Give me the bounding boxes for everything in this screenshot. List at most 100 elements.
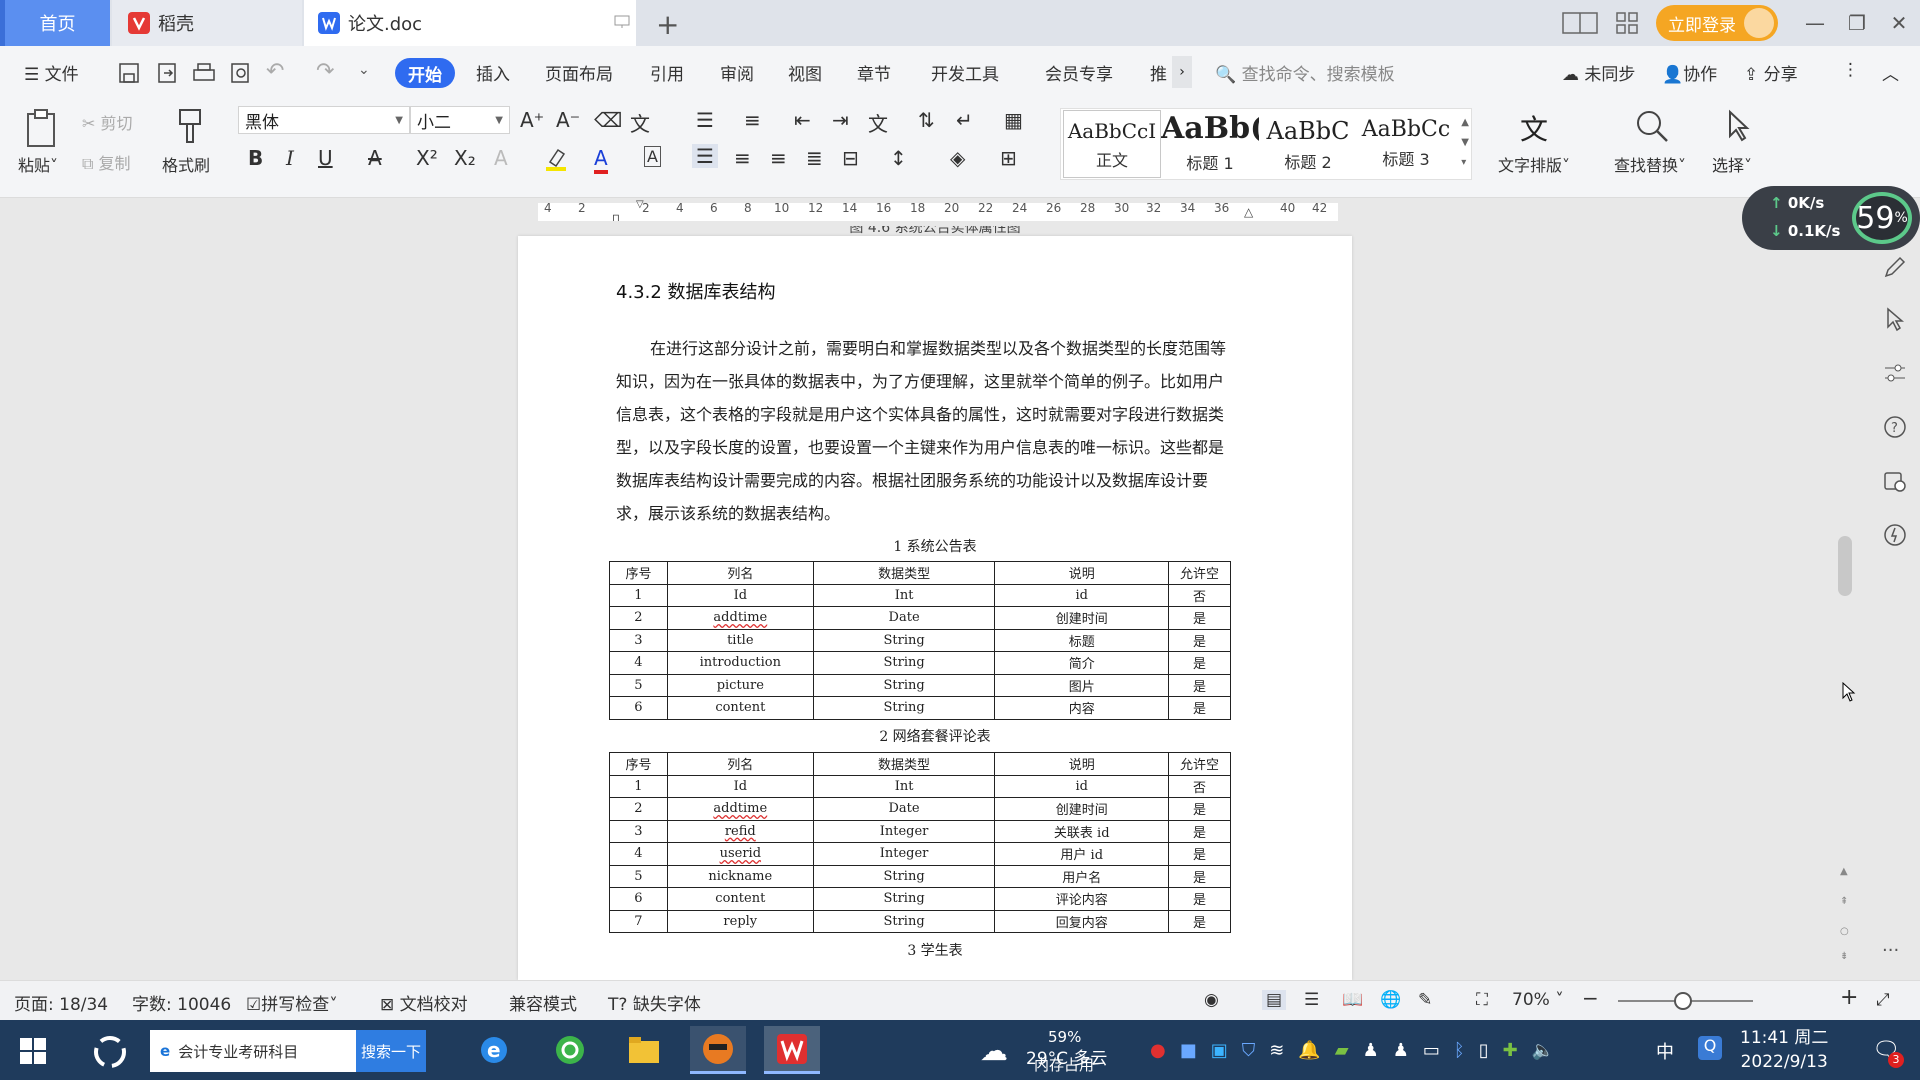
decrease-indent-icon[interactable]: ⇤ — [794, 108, 811, 132]
clear-format-icon[interactable]: ⌫ — [594, 108, 622, 132]
numbered-list-icon[interactable]: ≡ — [744, 108, 761, 132]
menu-chapter[interactable]: 章节 — [857, 60, 891, 85]
wifi-icon[interactable]: ≋ — [1269, 1040, 1284, 1061]
underline-icon[interactable]: U — [318, 146, 333, 170]
left-indent-marker[interactable]: ⊓ — [612, 213, 620, 224]
screen-icon[interactable] — [614, 14, 630, 30]
browser-360-icon[interactable] — [542, 1026, 598, 1074]
ie-browser-icon[interactable]: e — [466, 1026, 522, 1074]
save-icon[interactable] — [118, 62, 140, 84]
paste-icon[interactable] — [24, 108, 60, 148]
print-icon[interactable] — [192, 62, 216, 84]
ime-indicator[interactable]: 中 — [1656, 1038, 1674, 1064]
tab-daoke[interactable]: 稻壳 — [112, 0, 302, 46]
horizontal-ruler[interactable]: 4 2 2 4 6 8 10 12 14 16 18 20 22 24 26 2… — [0, 199, 1840, 225]
system-clock[interactable]: 11:41 周二 2022/9/13 — [1740, 1026, 1828, 1074]
page-view-icon[interactable]: ▤ — [1262, 990, 1287, 1010]
nvidia-icon[interactable]: ▰ — [1335, 1040, 1349, 1061]
tray-app-icon[interactable]: ▣ — [1211, 1040, 1228, 1061]
right-indent-marker[interactable]: △ — [1244, 205, 1253, 219]
strikethrough-icon[interactable]: A — [368, 146, 382, 170]
qq-icon[interactable]: ♟ — [1363, 1040, 1379, 1061]
shield-icon[interactable]: ⛉ — [1242, 1040, 1256, 1061]
minimize-icon[interactable]: — — [1800, 8, 1830, 38]
login-button[interactable]: 立即登录 — [1656, 5, 1778, 41]
menu-page-layout[interactable]: 页面布局 — [545, 60, 613, 85]
eye-protect-icon[interactable]: ◉ — [1204, 990, 1219, 1010]
first-line-indent-marker[interactable]: ▽ — [636, 199, 644, 210]
tray-app-icon[interactable]: ● — [1150, 1040, 1166, 1061]
collab-button[interactable]: 👤协作 — [1662, 60, 1717, 85]
share-button[interactable]: ⇪ 分享 — [1744, 60, 1798, 85]
style-normal[interactable]: AaBbCcI 正文 — [1063, 110, 1161, 178]
style-scroll-icon[interactable]: ▲ ▼ ▾ — [1461, 113, 1469, 173]
more-menu-chevron-icon[interactable]: › — [1172, 56, 1192, 88]
font-size-select[interactable]: 小二 ▼ — [410, 106, 510, 134]
menu-dev-tools[interactable]: 开发工具 — [931, 60, 999, 85]
taskbar-search-box[interactable]: e 会计专业考研科目 — [150, 1030, 358, 1072]
zoom-out-icon[interactable]: − — [1582, 986, 1599, 1010]
style-heading-3[interactable]: AaBbCc 标题 3 — [1357, 109, 1455, 181]
line-spacing-icon[interactable]: ↕ — [890, 146, 907, 170]
undo-icon[interactable]: ↶ — [266, 59, 284, 84]
outline-view-icon[interactable]: ☰ — [1304, 990, 1319, 1010]
vertical-scrollbar[interactable]: ▲ ⇞ ○ ⇟ — [1838, 236, 1852, 980]
qq-tray-icon[interactable]: Q — [1698, 1036, 1722, 1060]
table-system-notice[interactable]: 序号 列名 数据类型 说明 允许空 1 Id Int id 否 2 addtime Date… — [609, 561, 1231, 720]
zoom-in-icon[interactable]: + — [1840, 985, 1858, 1010]
style-heading-1[interactable]: AaBb(标题 1 — [1161, 109, 1259, 181]
format-painter-icon[interactable] — [176, 106, 206, 146]
security-icon[interactable]: ✚ — [1503, 1040, 1518, 1061]
shading-icon[interactable]: ◈ — [950, 146, 965, 170]
find-replace-button[interactable]: 查找替换˅ — [1614, 152, 1686, 176]
copy-button[interactable]: ⧉ 复制 — [82, 150, 131, 174]
chinese-layout-icon[interactable]: 文 — [868, 108, 888, 137]
char-border-icon[interactable]: A — [644, 146, 661, 167]
missing-font-button[interactable]: T? 缺失字体 — [608, 990, 701, 1015]
battery-icon[interactable]: ▭ — [1423, 1040, 1440, 1061]
assistant-icon[interactable] — [1882, 522, 1908, 548]
zoom-level[interactable]: 70% ˅ — [1512, 990, 1564, 1010]
font-color-icon[interactable]: A — [594, 146, 608, 174]
more-icon[interactable]: ··· — [1882, 940, 1908, 966]
borders-icon[interactable]: ⊞ — [1000, 146, 1017, 170]
fullscreen-icon[interactable]: ⤢ — [1876, 990, 1890, 1010]
more-options-icon[interactable]: ⋮ — [1842, 60, 1859, 80]
spell-check-button[interactable]: ☑拼写检查˅ — [246, 990, 338, 1015]
tab-document[interactable]: 论文.doc — [304, 0, 636, 46]
grow-font-icon[interactable]: A⁺ — [520, 108, 544, 132]
scrollbar-thumb[interactable] — [1838, 536, 1852, 596]
sort-icon[interactable]: ⇅ — [918, 108, 935, 132]
font-family-select[interactable]: 黑体 ▼ — [238, 106, 410, 134]
table-grid-icon[interactable]: ▦ — [1004, 108, 1023, 132]
page-indicator[interactable]: 页面: 18/34 — [14, 990, 108, 1015]
file-menu[interactable]: ☰ 文件 — [24, 60, 79, 85]
qq-icon[interactable]: ♟ — [1393, 1040, 1409, 1061]
bluetooth-icon[interactable]: ᛒ — [1454, 1040, 1465, 1061]
tab-home[interactable]: 首页 — [0, 0, 110, 46]
wps-app-icon[interactable] — [764, 1026, 820, 1074]
file-explorer-icon[interactable] — [616, 1026, 672, 1074]
export-icon[interactable] — [156, 62, 178, 84]
collapse-ribbon-icon[interactable]: ︿ — [1882, 60, 1899, 85]
phonetic-icon[interactable]: 文 — [630, 108, 650, 137]
settings-slider-icon[interactable] — [1882, 360, 1908, 386]
cursor-icon[interactable] — [1724, 108, 1754, 144]
next-page-icon[interactable]: ⇟ — [1840, 951, 1848, 962]
write-mode-icon[interactable]: ✎ — [1418, 990, 1432, 1010]
tray-app-icon[interactable]: ■ — [1180, 1040, 1197, 1061]
sync-button[interactable]: ☁ 未同步 — [1562, 60, 1635, 85]
taskbar-search-button[interactable]: 搜索一下 — [356, 1030, 426, 1072]
game-app-icon[interactable] — [690, 1026, 746, 1074]
align-center-icon[interactable]: ≡ — [734, 146, 751, 170]
redo-icon[interactable]: ↷ — [316, 59, 334, 84]
text-layout-icon[interactable]: 文 — [1520, 108, 1548, 148]
reading-view-icon[interactable]: 📖 — [1342, 990, 1363, 1010]
document-page[interactable]: 图 4.6 系统公告实体属性图 4.3.2 数据库表结构 在进行这部分设计之前，… — [518, 226, 1352, 980]
superscript-icon[interactable]: X² — [416, 146, 438, 170]
select-button[interactable]: 选择˅ — [1712, 152, 1752, 176]
italic-icon[interactable]: I — [286, 146, 294, 170]
apps-grid-icon[interactable] — [1616, 12, 1638, 34]
customize-chevron-icon[interactable]: ⌄ — [358, 62, 370, 78]
distribute-icon[interactable]: ⊟ — [842, 146, 859, 170]
